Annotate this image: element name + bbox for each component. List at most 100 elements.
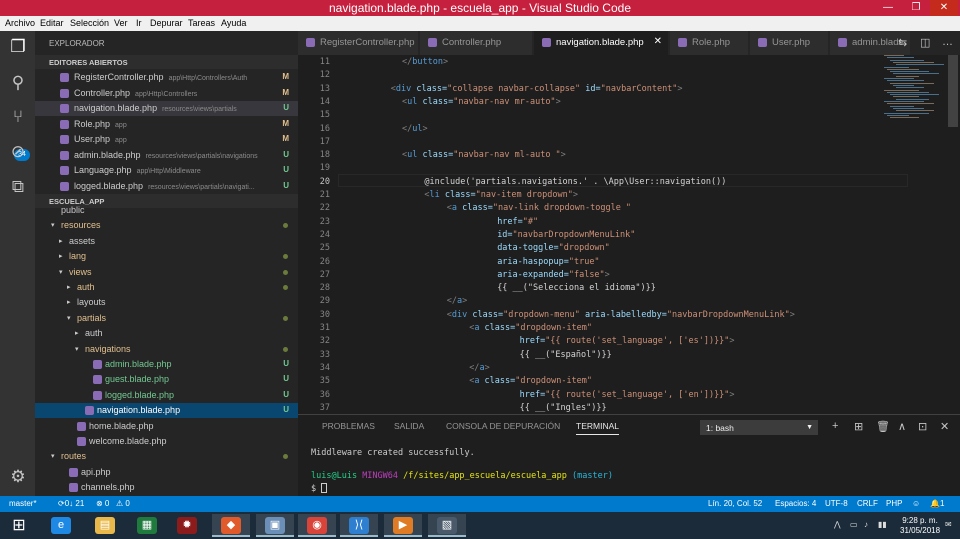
open-editor-item[interactable]: admin.blade.php resources\views\partials\… — [35, 148, 298, 163]
open-editor-item[interactable]: logged.blade.php resources\views\partials… — [35, 179, 298, 194]
debug-icon[interactable]: ⊘ — [8, 142, 28, 162]
split-compare-icon[interactable]: ⇆ — [898, 36, 907, 49]
maximize-button[interactable]: ❐ — [902, 0, 930, 16]
tab-navigation-blade-php[interactable]: navigation.blade.php ✕ — [534, 31, 668, 55]
folder-item[interactable]: ▸ auth — [35, 326, 298, 341]
folder-item[interactable]: ▾ routes — [35, 449, 298, 464]
terminal-select[interactable]: 1: bash ▼ — [700, 420, 818, 435]
git-branch[interactable]: master* — [9, 499, 37, 508]
more-actions-icon[interactable]: … — [942, 36, 953, 48]
cursor-position[interactable]: Lín. 20, Col. 52 — [708, 499, 762, 508]
git-sync[interactable]: ⟳0↓ 21 — [58, 499, 84, 508]
file-item[interactable]: api.php — [35, 465, 298, 480]
ie-taskbar-item[interactable]: e — [42, 514, 80, 537]
menu-editar[interactable]: Editar — [40, 18, 64, 28]
git-taskbar-item[interactable]: ◆ — [212, 514, 250, 537]
media-player-taskbar-item[interactable]: ▶ — [384, 514, 422, 537]
file-explorer-taskbar-item[interactable]: ▤ — [86, 514, 124, 537]
close-window-button[interactable]: ✕ — [930, 0, 958, 16]
tab-role-php[interactable]: Role.php — [670, 31, 748, 55]
file-item[interactable]: home.blade.php — [35, 419, 298, 434]
tab-controller-php[interactable]: Controller.php — [420, 31, 532, 55]
virtualbox-taskbar-item[interactable]: ▣ — [256, 514, 294, 537]
open-editor-item[interactable]: Controller.php app\Http\Controllers M — [35, 86, 298, 101]
code-editor[interactable]: 11 </button> 12 13 <div class="collapse navb… — [298, 55, 960, 414]
maximize-panel-icon[interactable]: ∧ — [898, 420, 906, 433]
volume-icon[interactable]: ♪ — [864, 520, 868, 529]
file-item[interactable]: channels.php — [35, 480, 298, 495]
indentation[interactable]: Espacios: 4 — [775, 499, 816, 508]
warnings-count[interactable]: ⚠ 0 — [116, 499, 130, 508]
chrome-taskbar-item[interactable]: ◉ — [298, 514, 336, 537]
open-editor-item[interactable]: Language.php app\Http\Middleware U — [35, 163, 298, 178]
folder-item[interactable]: ▸ auth — [35, 280, 298, 295]
tab-registercontroller-php[interactable]: RegisterController.php — [298, 31, 418, 55]
folder-item[interactable]: ▸ assets — [35, 234, 298, 249]
files-icon[interactable]: ❐ — [8, 37, 28, 57]
source-control-icon[interactable]: ⑂ — [8, 107, 28, 127]
split-terminal-icon[interactable]: ⊞ — [854, 420, 863, 433]
tab-problemas[interactable]: PROBLEMAS — [322, 421, 375, 431]
network-icon[interactable]: ▮▮ — [878, 520, 887, 529]
feedback-icon[interactable]: ☺ — [912, 499, 920, 508]
split-editor-icon[interactable]: ◫ — [920, 36, 930, 49]
close-panel-icon[interactable]: ✕ — [940, 420, 949, 433]
tab-user-php[interactable]: User.php — [750, 31, 828, 55]
menu-ver[interactable]: Ver — [114, 18, 128, 28]
extensions-icon[interactable]: ⧉ — [8, 177, 28, 197]
menu-ir[interactable]: Ir — [136, 18, 142, 28]
folder-item[interactable]: ▾ partials — [35, 311, 298, 326]
tree-item-label: layouts — [77, 297, 106, 308]
language-mode[interactable]: PHP — [886, 499, 902, 508]
errors-count[interactable]: ⊗ 0 — [96, 499, 109, 508]
new-terminal-icon[interactable]: + — [832, 420, 838, 432]
open-editor-item[interactable]: Role.php app M — [35, 117, 298, 132]
menu-archivo[interactable]: Archivo — [5, 18, 35, 28]
tray-up-icon[interactable]: ⋀ — [834, 520, 841, 529]
folder-item[interactable]: ▸ lang — [35, 249, 298, 264]
menu-tareas[interactable]: Tareas — [188, 18, 215, 28]
excel-taskbar-item[interactable]: ▦ — [128, 514, 166, 537]
action-center-icon[interactable]: ✉ — [945, 520, 952, 529]
close-icon[interactable]: ✕ — [654, 36, 662, 47]
open-editor-item[interactable]: navigation.blade.php resources\views\part… — [35, 101, 298, 116]
folder-item[interactable]: ▸ layouts — [35, 295, 298, 310]
scrollbar-thumb[interactable] — [948, 55, 958, 127]
app-red-taskbar-item[interactable]: ✹ — [168, 514, 206, 537]
open-editors-header[interactable]: EDITORES ABIERTOS — [35, 55, 298, 69]
tab-terminal[interactable]: TERMINAL — [576, 421, 619, 435]
file-item[interactable]: admin.blade.php U — [35, 357, 298, 372]
menu-ayuda[interactable]: Ayuda — [221, 18, 246, 28]
taskbar-clock[interactable]: 9:28 p. m. 31/05/2018 — [900, 516, 940, 536]
folder-item[interactable]: public — [35, 203, 298, 218]
search-icon[interactable]: ⚲ — [8, 73, 28, 93]
open-editor-item[interactable]: User.php app M — [35, 132, 298, 147]
notifications-icon[interactable]: 🔔1 — [930, 499, 944, 508]
folder-item[interactable]: ▾ views — [35, 265, 298, 280]
editor-scrollbar[interactable] — [946, 55, 960, 414]
panel-layout-icon[interactable]: ⊡ — [918, 420, 927, 433]
terminal-taskbar-item[interactable]: ▧ — [428, 514, 466, 537]
minimize-button[interactable]: — — [874, 0, 902, 16]
battery-icon[interactable]: ▭ — [850, 520, 858, 529]
open-editor-item[interactable]: RegisterController.php app\Http\Controlle… — [35, 70, 298, 85]
tab-consola-depuracion[interactable]: CONSOLA DE DEPURACIÓN — [446, 421, 560, 431]
end-of-line[interactable]: CRLF — [857, 499, 878, 508]
menu-seleccion[interactable]: Selección — [70, 18, 109, 28]
settings-gear-icon[interactable]: ⚙ — [8, 467, 28, 487]
menu-depurar[interactable]: Depurar — [150, 18, 183, 28]
encoding[interactable]: UTF-8 — [825, 499, 848, 508]
kill-terminal-icon[interactable]: 🗑 — [876, 420, 890, 433]
file-item[interactable]: logged.blade.php U — [35, 388, 298, 403]
folder-item[interactable]: ▾ navigations — [35, 342, 298, 357]
file-item[interactable]: guest.blade.php U — [35, 372, 298, 387]
file-item[interactable]: welcome.blade.php — [35, 434, 298, 449]
tab-salida[interactable]: SALIDA — [394, 421, 424, 431]
start-taskbar-item[interactable]: ⊞ — [0, 514, 38, 537]
vscode-taskbar-item[interactable]: ⟩⟨ — [340, 514, 378, 537]
minimap[interactable] — [880, 55, 944, 125]
folder-item[interactable]: ▾ resources — [35, 218, 298, 233]
file-item[interactable]: navigation.blade.php U — [35, 403, 298, 419]
file-name: Controller.php — [74, 87, 131, 98]
terminal-input[interactable]: $ — [311, 483, 328, 494]
